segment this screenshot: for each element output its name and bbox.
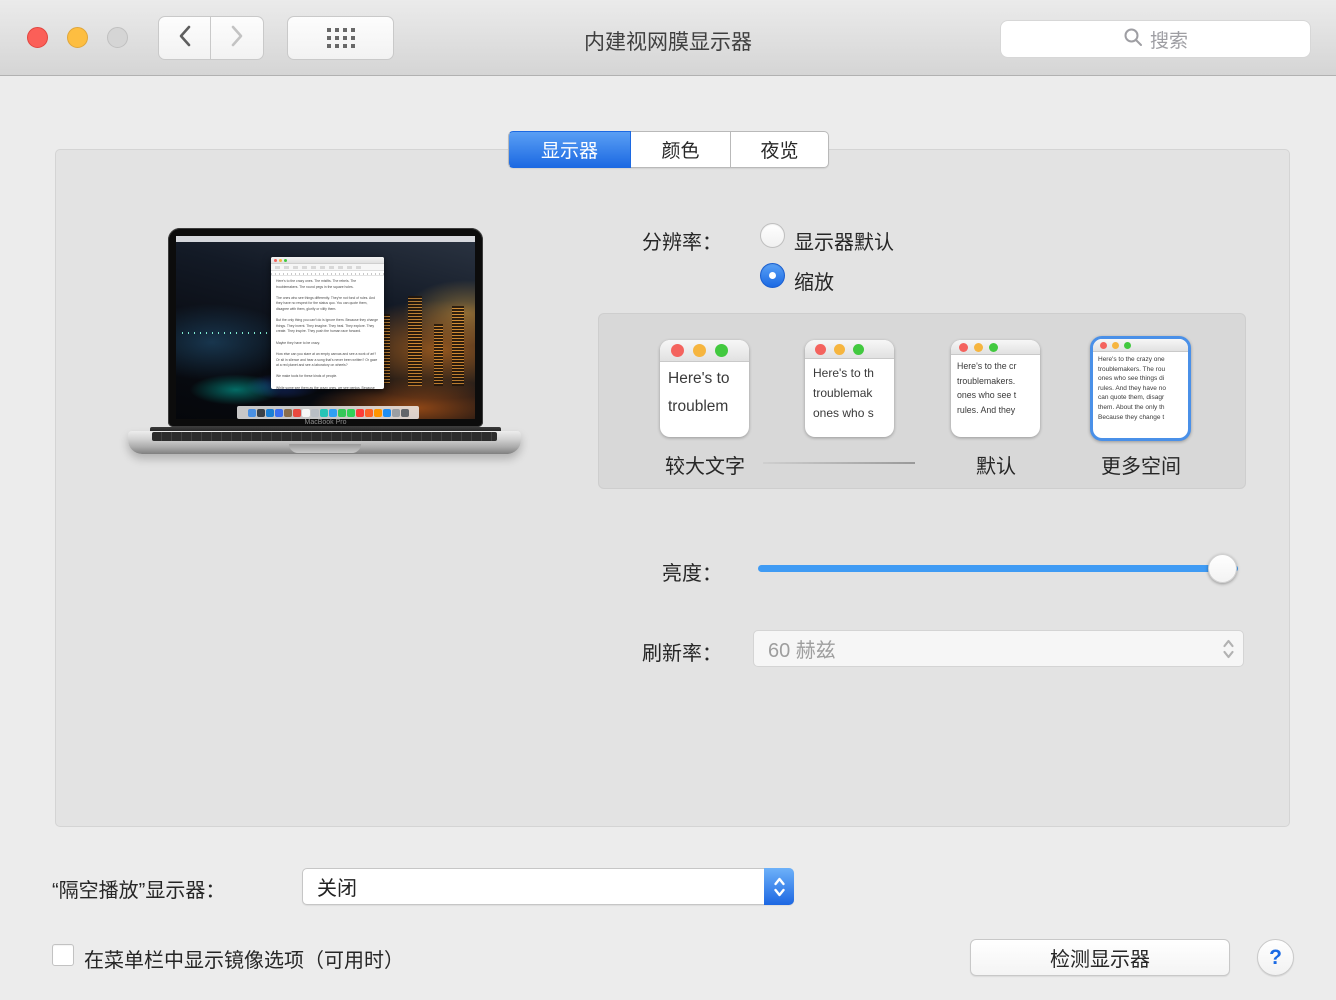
thumb-sample-text: Here's to troublem [660, 362, 749, 437]
tab-color[interactable]: 颜色 [631, 131, 731, 168]
mini-textedit-window: Here's to the crazy ones. The misfits. T… [271, 257, 384, 389]
dock-app-icon [248, 409, 256, 417]
mini-zoom-icon [284, 259, 287, 262]
scale-option-larger-text[interactable]: Here's to troublem [660, 340, 749, 437]
help-button[interactable]: ? [1257, 939, 1294, 976]
show-mirroring-options-checkbox[interactable] [52, 944, 74, 966]
scale-option-more-space-selected[interactable]: Here's to the crazy one troublemakers. T… [1090, 336, 1191, 441]
mini-close-icon [274, 259, 277, 262]
scale-option-2[interactable]: Here's to th troublemak ones who s [805, 340, 894, 437]
dock-app-icon [365, 409, 373, 417]
macbook-lid-notch [289, 444, 361, 453]
thumb-titlebar [1093, 339, 1188, 352]
tab-bar: 显示器 颜色 夜览 [508, 131, 829, 168]
airplay-dropdown[interactable]: 关闭 [302, 868, 794, 905]
dock-app-icon [383, 409, 391, 417]
titlebar: 内建视网膜显示器 搜索 [0, 0, 1336, 76]
radio-scaled[interactable] [760, 263, 785, 288]
dock-app-icon [302, 409, 310, 417]
thumb-sample-text: Here's to the cr troublemakers. ones who… [951, 355, 1040, 437]
thumb-titlebar [951, 340, 1040, 355]
thumb-sample-text: Here's to th troublemak ones who s [805, 359, 894, 437]
dock-app-icon [347, 409, 355, 417]
dock-app-icon [284, 409, 292, 417]
mini-document-text: Here's to the crazy ones. The misfits. T… [271, 276, 384, 389]
city-building [434, 324, 443, 386]
dock-app-icon [311, 409, 319, 417]
dock-app-icon [293, 409, 301, 417]
scale-label-larger-text: 较大文字 [650, 450, 760, 479]
dock-app-icon [338, 409, 346, 417]
city-building [408, 296, 422, 386]
thumb-titlebar [805, 340, 894, 359]
mini-minimize-icon [279, 259, 282, 262]
city-building [452, 306, 464, 386]
mini-menubar [176, 236, 475, 242]
dock-app-icon [401, 409, 409, 417]
chevron-up-down-icon [1213, 637, 1243, 661]
macbook-model-label: MacBook Pro [168, 419, 483, 426]
dock-app-icon [257, 409, 265, 417]
brightness-label: 亮度： [560, 557, 722, 586]
show-mirroring-options-label[interactable]: 在菜单栏中显示镜像选项（可用时） [84, 944, 404, 973]
search-icon [1123, 27, 1143, 52]
dock-app-icon [266, 409, 274, 417]
search-input[interactable]: 搜索 [1000, 20, 1311, 58]
airplay-display-label: “隔空播放”显示器： [52, 874, 225, 903]
radio-scaled-label[interactable]: 缩放 [794, 266, 834, 295]
scale-label-default: 默认 [946, 450, 1046, 479]
dock-app-icon [320, 409, 328, 417]
dock-app-icon [356, 409, 364, 417]
radio-default-for-display[interactable] [760, 223, 785, 248]
macbook-keyboard [152, 432, 497, 441]
search-placeholder: 搜索 [1150, 26, 1188, 53]
refresh-rate-value: 60 赫兹 [754, 634, 1213, 663]
airplay-value: 关闭 [303, 872, 764, 901]
dock-app-icon [275, 409, 283, 417]
mini-window-titlebar [271, 257, 384, 264]
scale-option-default[interactable]: Here's to the cr troublemakers. ones who… [951, 340, 1040, 437]
resolution-label: 分辨率： [560, 226, 722, 255]
tab-display[interactable]: 显示器 [508, 131, 631, 168]
mini-toolbar [271, 264, 384, 271]
dock-app-icon [392, 409, 400, 417]
thumb-sample-text: Here's to the crazy one troublemakers. T… [1093, 352, 1188, 438]
scale-label-more-space: 更多空间 [1091, 450, 1191, 479]
chevron-up-down-icon [764, 868, 794, 905]
detect-displays-button[interactable]: 检测显示器 [970, 939, 1230, 976]
macbook-base [128, 431, 521, 454]
thumb-titlebar [660, 340, 749, 362]
refresh-rate-label: 刷新率： [560, 637, 722, 666]
tab-night-shift[interactable]: 夜览 [731, 131, 829, 168]
dock-app-icon [374, 409, 382, 417]
radio-default-label[interactable]: 显示器默认 [794, 226, 894, 255]
scale-divider-line [763, 462, 915, 464]
brightness-slider-track[interactable] [758, 565, 1238, 572]
brightness-slider-thumb[interactable] [1208, 554, 1237, 583]
macbook-display-preview: Here's to the crazy ones. The misfits. T… [176, 236, 475, 419]
refresh-rate-dropdown: 60 赫兹 [753, 630, 1244, 667]
dock-app-icon [329, 409, 337, 417]
dock [237, 406, 419, 419]
